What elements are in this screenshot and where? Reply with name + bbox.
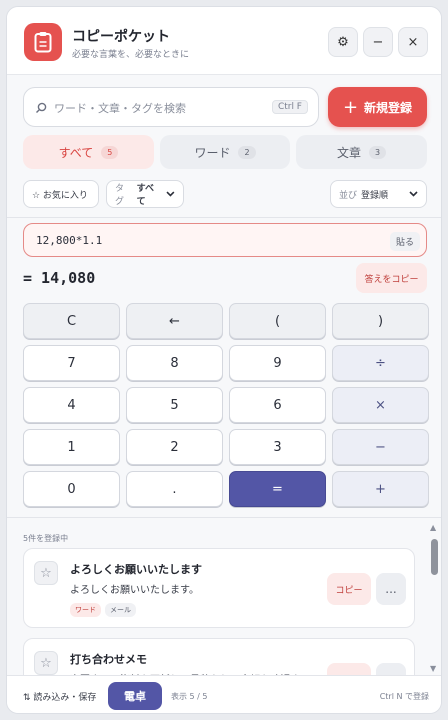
key-0-button[interactable]: 0 [23,471,120,507]
clipboard-logo-icon [24,23,62,61]
new-entry-label: 新規登録 [364,100,413,115]
settings-button[interactable]: ⚙ [328,27,358,57]
sort-label: 並び [339,190,358,201]
tab-count: 5 [101,145,119,159]
chevron-down-icon [409,191,418,197]
calculator-result: = 14,080 [23,269,96,287]
copy-answer-button[interactable]: 答えをコピー [356,263,427,293]
calculator-expression-input[interactable]: 12,800*1.1 貼る [23,223,427,257]
gear-icon: ⚙ [337,34,349,50]
key-4-button[interactable]: 4 [23,387,120,423]
tab-label: ワード [194,145,231,160]
key-decimal-button[interactable]: . [126,471,223,507]
tag-filter-label: タグ [115,184,125,207]
list-count-header: 5件を登録中 [23,534,69,543]
close-button[interactable]: × [398,27,428,57]
expression-text: 12,800*1.1 [36,234,103,247]
search-icon [36,102,47,113]
calculator-toggle-button[interactable]: 電卓 [108,682,162,710]
list-item[interactable]: ☆ よろしくお願いいたします よろしくお願いいたします。 ワード メール コピー… [23,548,415,628]
minimize-icon: − [372,34,384,50]
tab-label: すべて [58,145,94,160]
search-input[interactable]: ワード・文章・タグを検索 Ctrl F [23,87,319,127]
chevron-down-icon [166,191,175,197]
sort-select[interactable]: 並び 登録順 [330,180,427,208]
footer: ⇅ 読み込み・保存 電卓 表示 5 / 5 Ctrl N で登録 [7,675,441,713]
scroll-down-icon[interactable]: ▼ [430,664,436,673]
item-tags: ワード メール [70,603,136,617]
tab-all[interactable]: すべて 5 [23,135,154,169]
app-subtitle: 必要な言葉を、必要なときに [72,50,190,60]
tab-label: 文章 [336,145,361,160]
key-9-button[interactable]: 9 [229,345,326,381]
tag-badge: メール [105,603,136,617]
key-8-button[interactable]: 8 [126,345,223,381]
key-open-paren-button[interactable]: ( [229,303,326,339]
key-3-button[interactable]: 3 [229,429,326,465]
scroll-up-icon[interactable]: ▲ [430,523,436,532]
item-body: よろしくお願いいたします。 [70,585,199,596]
tab-word[interactable]: ワード 2 [160,135,290,169]
key-subtract-button[interactable]: − [332,429,429,465]
key-multiply-button[interactable]: × [332,387,429,423]
tab-count: 3 [368,145,387,159]
item-title: よろしくお願いいたします [70,563,202,576]
header: コピーポケット 必要な言葉を、必要なときに ⚙ − × [7,7,441,75]
key-1-button[interactable]: 1 [23,429,120,465]
app-title: コピーポケット [72,29,170,45]
key-divide-button[interactable]: ÷ [332,345,429,381]
tag-filter-select[interactable]: タグ すべて [106,180,184,208]
tag-badge: ワード [70,603,101,617]
search-placeholder: ワード・文章・タグを検索 [54,102,186,115]
import-export-button[interactable]: ⇅ 読み込み・保存 [23,690,96,703]
tag-filter-value: すべて [136,184,155,207]
app-window: コピーポケット 必要な言葉を、必要なときに ⚙ − × ワード・文章・タグを検索… [6,6,442,714]
copy-button[interactable]: コピー [327,573,371,605]
key-clear-button[interactable]: C [23,303,120,339]
key-backspace-button[interactable]: ← [126,303,223,339]
key-7-button[interactable]: 7 [23,345,120,381]
favorites-label: ☆ お気に入り [32,190,88,201]
key-equals-button[interactable]: = [229,471,326,507]
key-close-paren-button[interactable]: ) [332,303,429,339]
close-icon: × [407,34,419,50]
tab-count: 2 [238,145,256,159]
more-button[interactable]: ... [376,573,406,605]
paste-button[interactable]: 貼る [389,232,420,251]
divider [7,517,441,518]
divider [7,217,441,218]
favorite-star-icon[interactable]: ☆ [34,561,58,585]
search-shortcut: Ctrl F [271,100,308,114]
scrollbar-thumb[interactable] [431,539,438,575]
new-entry-button[interactable]: + 新規登録 [328,87,427,127]
minimize-button[interactable]: − [363,27,393,57]
shortcut-hint: Ctrl N で登録 [379,692,429,701]
favorites-filter[interactable]: ☆ お気に入り [23,180,99,208]
tab-sentence[interactable]: 文章 3 [296,135,427,169]
key-6-button[interactable]: 6 [229,387,326,423]
key-5-button[interactable]: 5 [126,387,223,423]
plus-icon: + [342,96,359,118]
favorite-star-icon[interactable]: ☆ [34,651,58,675]
item-title: 打ち合わせメモ [70,653,147,666]
scrollbar[interactable]: ▲ ▼ [429,523,439,673]
shown-count: 表示 5 / 5 [171,692,208,701]
key-2-button[interactable]: 2 [126,429,223,465]
sort-value: 登録順 [361,190,389,201]
key-add-button[interactable]: + [332,471,429,507]
